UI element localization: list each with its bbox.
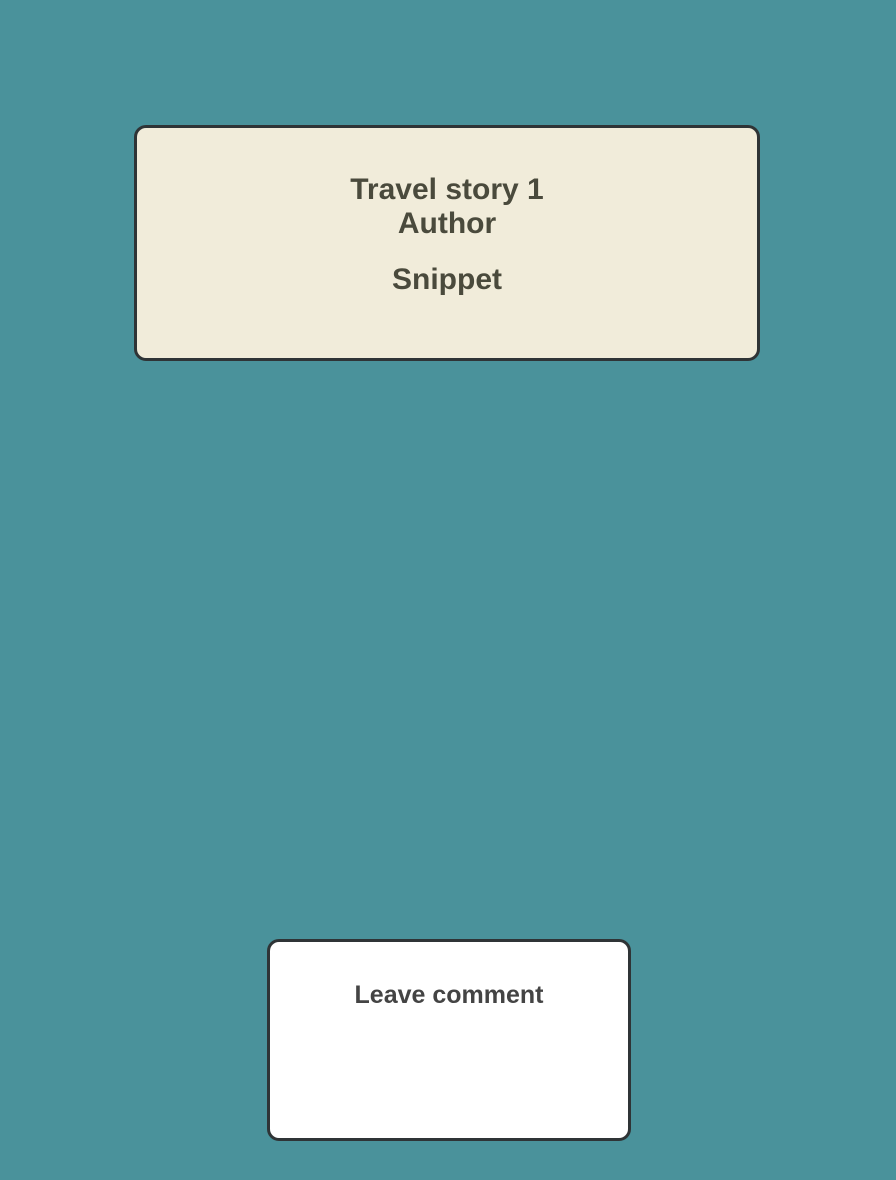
story-card[interactable]: Travel story 1 Author Snippet (134, 125, 760, 361)
story-author: Author (397, 207, 497, 240)
leave-comment-box[interactable]: Leave comment (267, 939, 631, 1141)
story-title: Travel story 1 (350, 173, 544, 206)
leave-comment-label: Leave comment (354, 981, 544, 1009)
story-snippet: Snippet (392, 263, 502, 296)
